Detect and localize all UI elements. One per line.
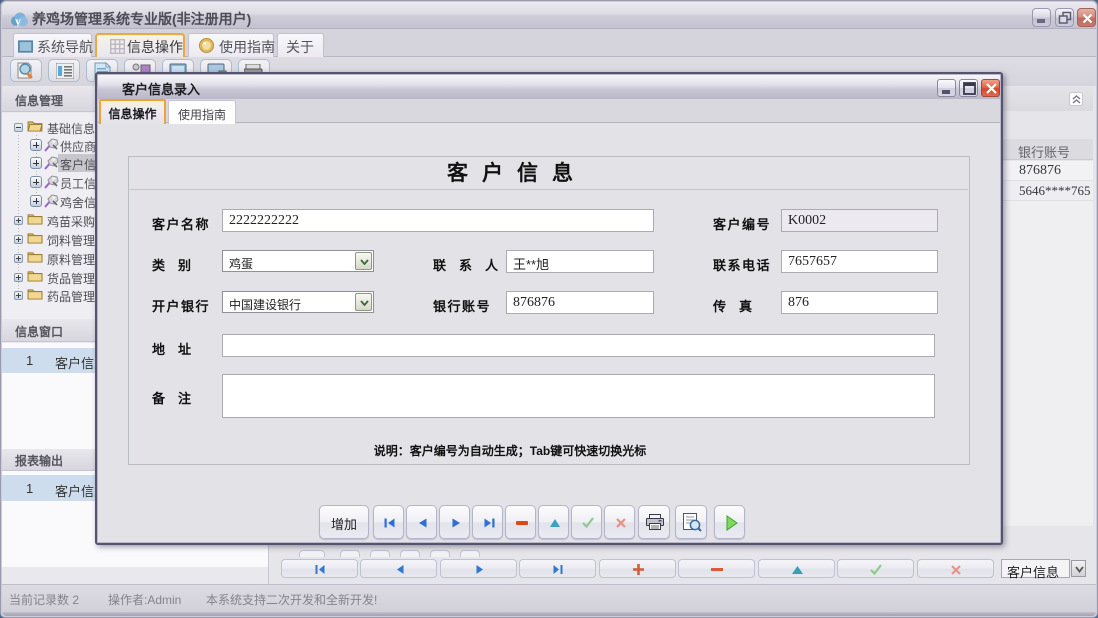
- svg-text:y: y: [15, 14, 21, 27]
